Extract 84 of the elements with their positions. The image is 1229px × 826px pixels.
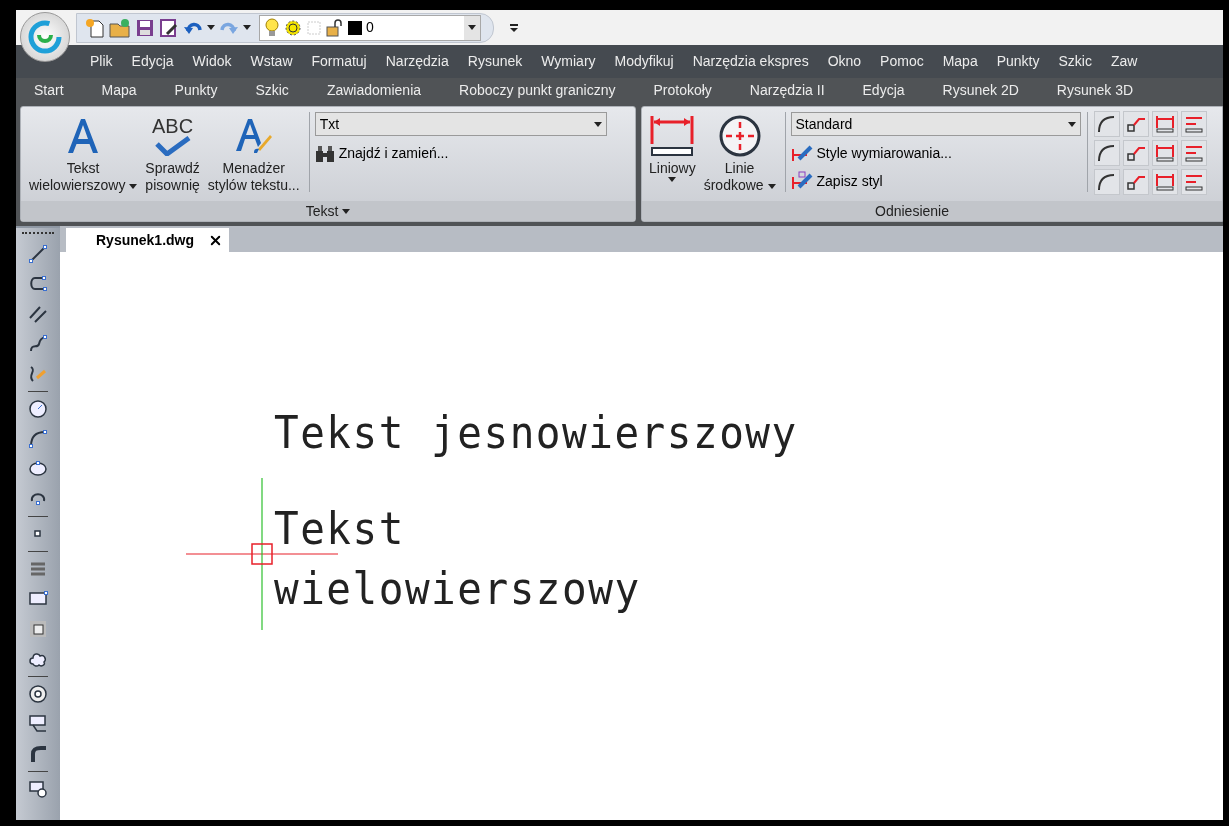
checkmark-icon (153, 136, 192, 156)
menu-item[interactable]: Formatuj (311, 51, 367, 72)
ribbon-button[interactable]: Menadżer stylów tekstu... (203, 108, 304, 196)
save-icon[interactable] (135, 17, 155, 38)
undo-menu-caret-icon (207, 25, 215, 30)
customize-toolbar-icon[interactable] (510, 22, 518, 33)
menu-item[interactable]: Punkty (996, 51, 1040, 72)
caret-icon (342, 208, 351, 214)
letter-a-brush-icon (233, 117, 274, 155)
menu-item[interactable]: Mapa (942, 51, 978, 72)
dimension-style-dropdown[interactable]: Standard (790, 112, 1081, 136)
caret-icon (767, 183, 776, 189)
new-file-icon[interactable] (85, 17, 105, 38)
menu-item[interactable]: Widok (192, 51, 232, 72)
menu-item[interactable]: Rysunek (467, 51, 523, 72)
menu-item[interactable]: Pomoc (880, 51, 924, 72)
ribbon-small-button[interactable]: Style wymiarowania... (790, 142, 1081, 164)
find-replace-button[interactable]: Znajdź i zamień... (314, 143, 607, 164)
spline-tool-icon[interactable] (28, 334, 48, 354)
donut-tool-icon[interactable] (28, 684, 48, 704)
layer-name: 0 (366, 18, 375, 37)
menu-item[interactable]: Edycja (131, 51, 174, 72)
block-tool-icon[interactable] (28, 779, 48, 799)
hatch-tool-icon[interactable] (28, 619, 48, 639)
panel-title[interactable]: Tekst (21, 201, 635, 221)
dropdown-arrow-icon (593, 121, 602, 127)
menu-item[interactable]: Okno (827, 51, 862, 72)
ribbon-tab[interactable]: Zawiadomienia (326, 80, 422, 101)
layer-dropdown[interactable]: 0 (259, 14, 481, 41)
save-dimension-style-icon (790, 171, 813, 191)
menu-item[interactable]: Plik (90, 51, 113, 72)
save-as-icon[interactable] (159, 17, 179, 38)
lightbulb-icon (264, 17, 280, 38)
ribbon-tab[interactable]: Start (34, 80, 64, 101)
ribbon-button[interactable]: Linie środkowe (699, 108, 780, 196)
ribbon-tab[interactable]: Roboczy punkt graniczny (459, 80, 616, 101)
ribbon-button[interactable]: Liniowy (645, 108, 700, 196)
ribbon-button[interactable]: Tekst wielowierszowy (25, 108, 142, 196)
dropdown-arrow-icon (1067, 121, 1076, 127)
menu-item[interactable]: Narzędzia ekspres (692, 51, 809, 72)
ribbon-tab[interactable]: Rysunek 3D (1056, 80, 1134, 101)
caret-icon (668, 177, 677, 182)
ribbon-tab[interactable]: Szkic (255, 80, 289, 101)
ribbon-tab[interactable]: Mapa (101, 80, 137, 101)
ellipse-tool-icon[interactable] (28, 459, 48, 479)
panel-title[interactable]: Odniesienie (642, 201, 1222, 221)
unlocked-padlock-icon (326, 18, 344, 37)
ribbon-tab[interactable]: Punkty (174, 80, 218, 101)
sun-icon (284, 18, 302, 37)
text-style-dropdown[interactable]: Txt (314, 112, 607, 136)
fillet-tool-icon[interactable] (28, 744, 48, 764)
multiline-text: wielowierszowy (274, 561, 642, 618)
menu-item[interactable]: Zaw (1110, 51, 1138, 72)
ribbon-tab[interactable]: Edycja (862, 80, 905, 101)
arc-tool-icon[interactable] (28, 429, 48, 449)
app-menu-button[interactable] (20, 12, 70, 62)
ribbon-tab[interactable]: Rysunek 2D (942, 80, 1019, 101)
binoculars-icon (314, 144, 335, 163)
ribbon-small-button[interactable]: Zapisz styl (790, 170, 1081, 192)
double-line-tool-icon[interactable] (28, 304, 48, 324)
freehand-tool-icon[interactable] (28, 364, 48, 384)
dimension-style-icon (790, 143, 813, 163)
ribbon-tab[interactable]: Protokoły (653, 80, 712, 101)
abc-label: ABC (152, 116, 194, 136)
centerline-circle-icon (717, 114, 762, 158)
line-tool-icon[interactable] (28, 244, 48, 264)
dropdown-arrow-icon (468, 25, 476, 30)
document-tab[interactable]: Rysunek1.dwg (66, 228, 230, 252)
menu-item[interactable]: Szkic (1058, 51, 1092, 72)
menu-item[interactable]: Wymiary (541, 51, 596, 72)
menu-item[interactable]: Narzędzia (385, 51, 449, 72)
ribbon-button[interactable]: ABC Sprawdź pisownię (141, 108, 204, 196)
polyline-tool-icon[interactable] (28, 274, 48, 294)
multiline-text: Tekst (274, 501, 406, 558)
caret-icon (129, 183, 138, 189)
menu-item[interactable]: Wstaw (250, 51, 293, 72)
menu-item[interactable]: Modyfikuj (614, 51, 674, 72)
linear-dimension-icon (649, 114, 696, 158)
ribbon-tab[interactable]: Narzędzia II (749, 80, 825, 101)
redo-menu-caret-icon (243, 25, 251, 30)
single-line-text: Tekst jesnowierszowy (274, 405, 799, 462)
layer-color-swatch (348, 20, 362, 35)
circle-tool-icon[interactable] (28, 399, 48, 419)
leader-tool-icon[interactable] (28, 714, 48, 734)
